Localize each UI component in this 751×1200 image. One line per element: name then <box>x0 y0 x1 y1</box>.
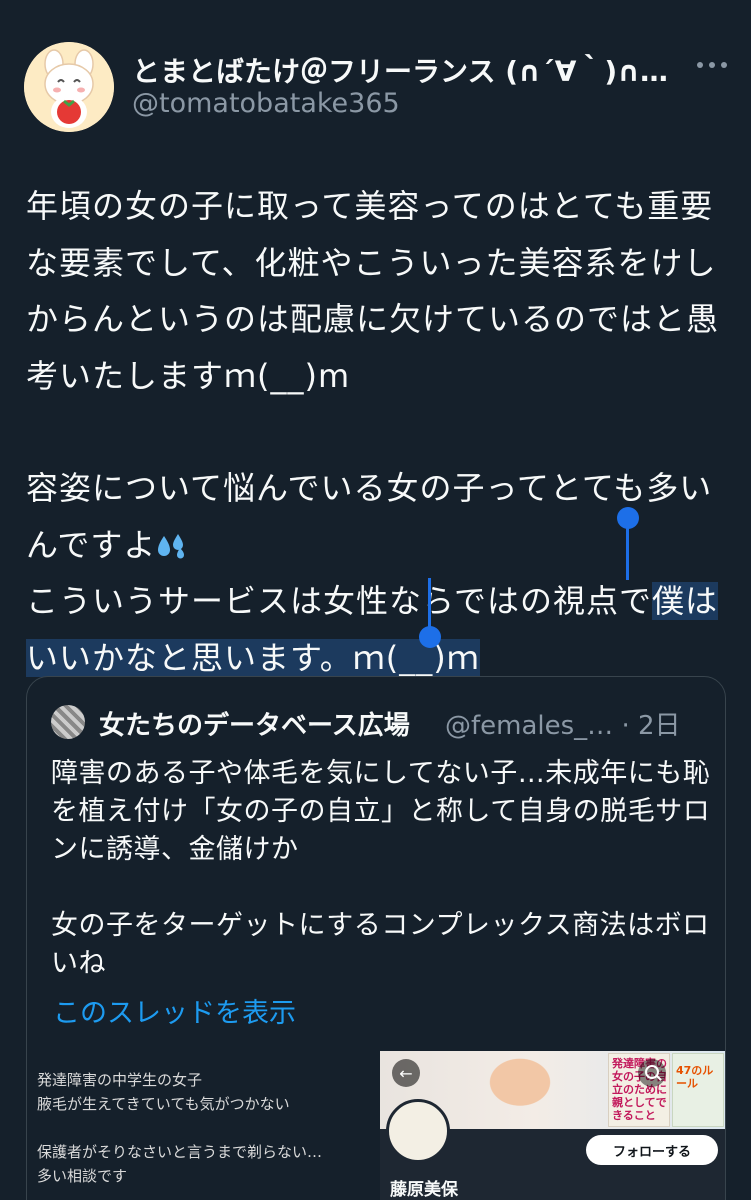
display-name[interactable]: とまとばたけ＠フリーランス (∩´∀｀)∩な… <box>132 50 692 90</box>
tweet-text-line: 容姿について悩んでいる女の子ってとても多いんですよ <box>26 469 713 564</box>
user-avatar[interactable] <box>24 42 114 132</box>
media-text-line: 保護者がそりなさいと言うまで剃らない… <box>37 1143 323 1161</box>
quoted-user-avatar[interactable] <box>51 705 85 739</box>
quoted-display-name[interactable]: 女たちのデータベース広場 <box>99 705 410 742</box>
search-icon[interactable] <box>638 1059 666 1087</box>
user-handle[interactable]: @tomatobatake365 <box>132 88 400 119</box>
quoted-paragraph: 障害のある子や体毛を気にしてない子…未成年にも恥を植え付け「女の子の自立」と称し… <box>51 758 711 865</box>
sweat-droplets-icon <box>158 533 185 558</box>
tweet-text-line: こういうサービスは女性ならではの視点で <box>26 582 653 620</box>
profile-avatar[interactable] <box>386 1099 450 1163</box>
media-text-line: 腋毛が生えてきていても気がつかない <box>37 1095 290 1113</box>
quoted-paragraph: 女の子をターゲットにするコンプレックス商法はボロいね <box>51 910 710 979</box>
book-cover: 47のルール <box>672 1053 724 1127</box>
quoted-tweet[interactable]: 女たちのデータベース広場 @females_… · 2日 障害のある子や体毛を気… <box>26 676 726 1200</box>
media-screenshot-text[interactable]: 発達障害の中学生の女子 腋毛が生えてきていても気がつかない 保護者がそりなさいと… <box>27 1047 377 1200</box>
cat-tomato-avatar-icon <box>24 42 114 132</box>
tweet-paragraph: 年頃の女の子に取って美容ってのはとても重要な要素でして、化粧やこういった美容系を… <box>26 187 720 395</box>
selection-start-handle[interactable] <box>626 520 629 580</box>
media-text-line: 多い相談です <box>37 1167 128 1185</box>
media-profile-screenshot[interactable]: 発達障害の女の子の自立のために親としてできること 47のルール ← フォローする… <box>380 1051 725 1200</box>
selection-start-knob[interactable] <box>617 507 639 529</box>
child-photo <box>460 1051 580 1129</box>
profile-name: 藤原美保 <box>390 1180 458 1200</box>
tweet-text: 年頃の女の子に取って美容ってのはとても重要な要素でして、化粧やこういった美容系を… <box>26 178 731 686</box>
show-thread-link[interactable]: このスレッドを表示 <box>53 991 296 1030</box>
follow-button[interactable]: フォローする <box>586 1135 718 1165</box>
tweet-view: とまとばたけ＠フリーランス (∩´∀｀)∩な… @tomatobatake365… <box>0 0 751 1200</box>
more-options-icon[interactable] <box>692 50 732 80</box>
tweet-paragraph: こういうサービスは女性ならではの視点で僕はいいかなと思います。ｍ(__)ｍ <box>26 573 731 686</box>
quoted-tweet-text: 障害のある子や体毛を気にしてない子…未成年にも恥を植え付け「女の子の自立」と称し… <box>51 755 711 983</box>
back-arrow-icon[interactable]: ← <box>392 1059 420 1087</box>
selection-end-knob[interactable] <box>419 626 441 648</box>
media-text-line: 発達障害の中学生の女子 <box>37 1071 203 1089</box>
quoted-handle-and-time[interactable]: @females_… · 2日 <box>445 705 681 742</box>
